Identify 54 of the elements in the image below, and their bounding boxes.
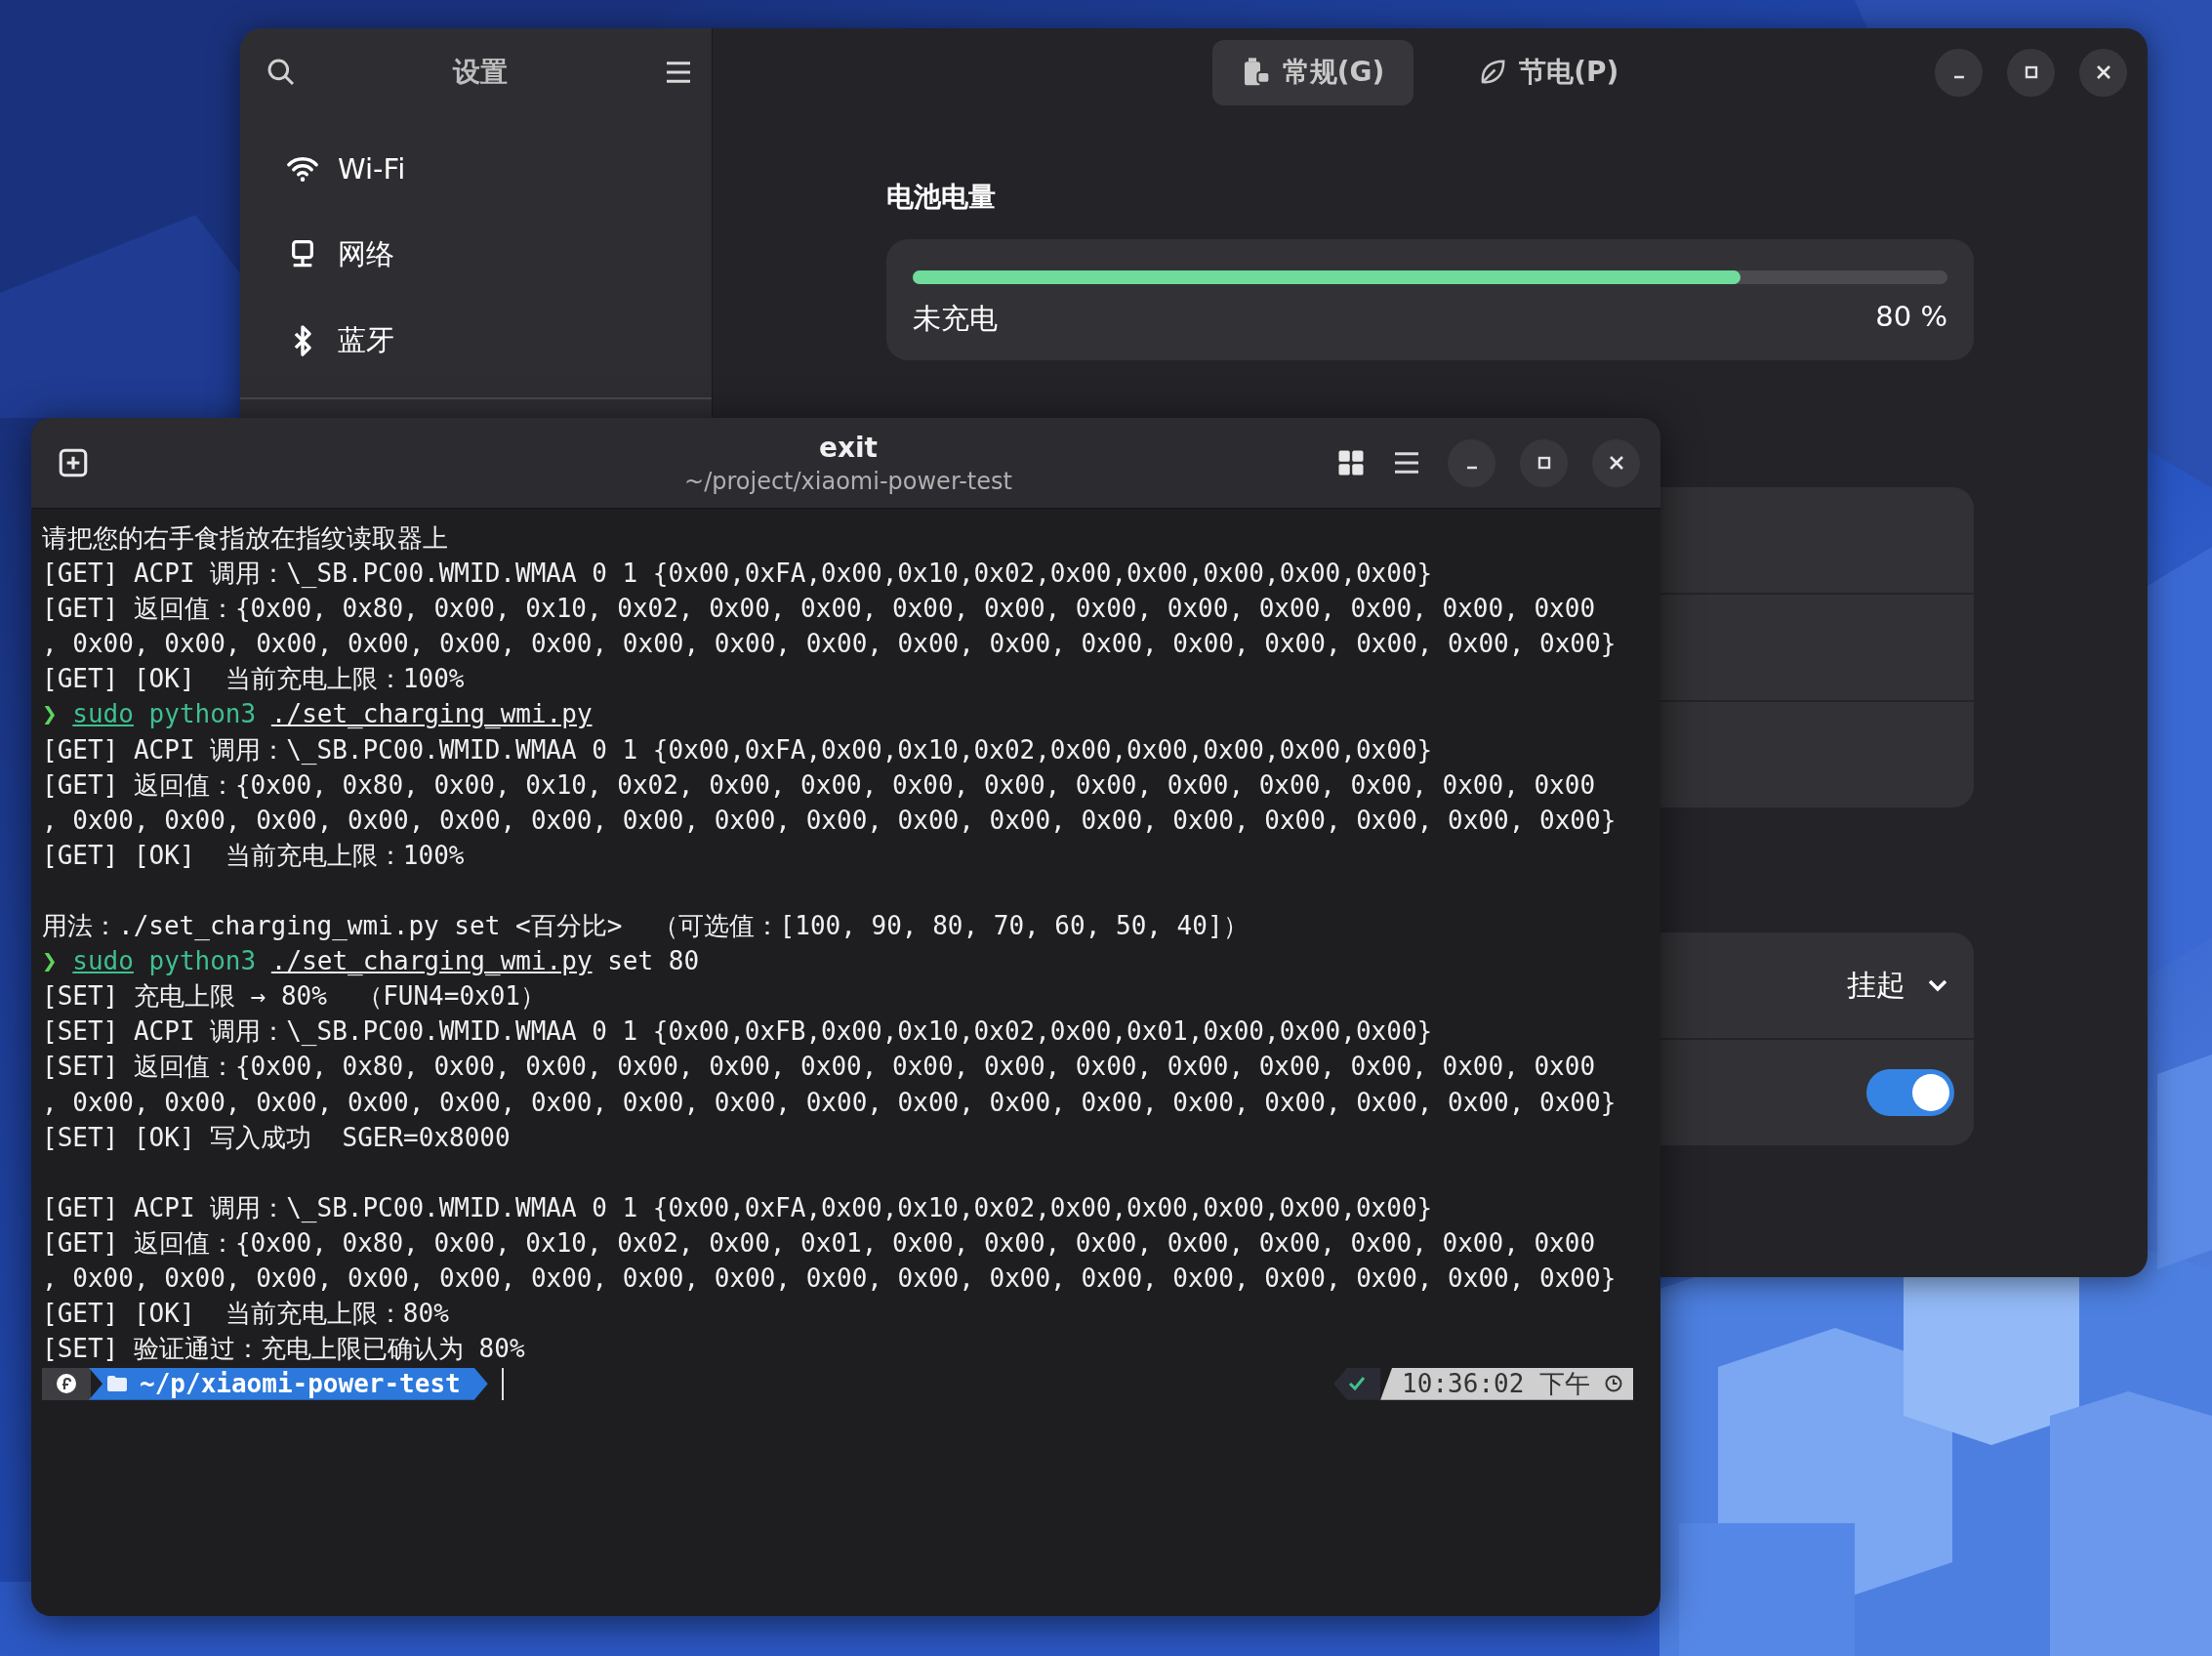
search-icon[interactable] <box>266 57 297 88</box>
command-line: ❯ sudo python3 ./set_charging_wmi.py <box>42 698 594 731</box>
terminal-output-line: [GET] ACPI 调用：\_SB.PC00.WMID.WMAA 0 1 {0x00,0xFA,0x00,0x10,0x02,0x00,0x00,0x00,0x00,0x00} <box>42 733 1434 766</box>
close-icon <box>1607 454 1625 472</box>
new-tab-icon[interactable] <box>57 446 90 479</box>
window-title: exit <box>817 431 879 464</box>
terminal-output-line: 用法：./set_charging_wmi.py set <百分比> （可选值：[100, 90, 80, 70, 60, 50, 40]） <box>42 910 1249 943</box>
terminal-output-line: [GET] ACPI 调用：\_SB.PC00.WMID.WMAA 0 1 {0x00,0xFA,0x00,0x10,0x02,0x00,0x00,0x00,0x00,0x00} <box>42 1191 1434 1224</box>
terminal-output-line: [GET] 返回值：{0x00, 0x80, 0x00, 0x10, 0x02, 0x00, 0x00, 0x00, 0x00, 0x00, 0x00, 0x00, 0x00, 0x00, 0x00 <box>42 593 1597 626</box>
clock-icon <box>1604 1374 1623 1394</box>
wifi-icon <box>286 154 319 184</box>
terminal-output-line: [SET] 验证通过：充电上限已确认为 80% <box>42 1333 526 1366</box>
grid-icon[interactable] <box>1336 448 1366 477</box>
sidebar-item[interactable]: Wi-Fi <box>248 126 704 212</box>
terminal-output-line: [SET] 返回值：{0x00, 0x80, 0x00, 0x00, 0x00, 0x00, 0x00, 0x00, 0x00, 0x00, 0x00, 0x00, 0x00, 0x00, 0x00 <box>42 1051 1597 1084</box>
terminal-output-line: , 0x00, 0x00, 0x00, 0x00, 0x00, 0x00, 0x00, 0x00, 0x00, 0x00, 0x00, 0x00, 0x00, 0x00, 0x00, 0x00, 0x00} <box>42 804 1618 837</box>
maximize-button[interactable] <box>2007 48 2055 97</box>
terminal-output-line: [SET] [OK] 写入成功 SGER=0x8000 <box>42 1121 512 1154</box>
terminal-output-line: [GET] [OK] 当前充电上限：80% <box>42 1298 450 1331</box>
chevron-down-icon <box>1927 978 1948 992</box>
window-subtitle: ~/project/xiaomi-power-test <box>684 467 1012 495</box>
battery-percent: 80 % <box>1875 300 1947 335</box>
minimize-icon <box>1465 466 1478 470</box>
terminal-output-line: , 0x00, 0x00, 0x00, 0x00, 0x00, 0x00, 0x00, 0x00, 0x00, 0x00, 0x00, 0x00, 0x00, 0x00, 0x00, 0x00, 0x00} <box>42 1086 1618 1119</box>
close-button[interactable] <box>1592 438 1640 487</box>
sidebar-title: 设置 <box>451 55 509 90</box>
tab[interactable]: 节电(P) <box>1449 39 1649 105</box>
text-cursor <box>501 1367 504 1400</box>
sidebar-item[interactable]: 网络 <box>248 212 704 298</box>
terminal-output-line: [SET] 充电上限 → 80% （FUN4=0x01） <box>42 980 548 1014</box>
terminal-output-line: , 0x00, 0x00, 0x00, 0x00, 0x00, 0x00, 0x00, 0x00, 0x00, 0x00, 0x00, 0x00, 0x00, 0x00, 0x00, 0x00, 0x00} <box>42 628 1618 661</box>
terminal-output-line: [SET] ACPI 调用：\_SB.PC00.WMID.WMAA 0 1 {0x00,0xFB,0x00,0x10,0x02,0x00,0x01,0x00,0x00,0x00} <box>42 1015 1434 1049</box>
command-line: ❯ sudo python3 ./set_charging_wmi.py set 80 <box>42 945 701 978</box>
minimize-icon <box>1952 75 1965 79</box>
prompt-path: ~/p/xiaomi-power-test <box>140 1368 461 1401</box>
os-logo-icon <box>56 1373 77 1395</box>
section-heading: 电池电量 <box>886 180 997 215</box>
terminal-output-line: [GET] [OK] 当前充电上限：100% <box>42 663 466 696</box>
prompt-time: 10:36:02 下午 <box>1402 1368 1590 1401</box>
folder-icon <box>106 1375 128 1393</box>
sidebar-item[interactable]: 蓝牙 <box>248 298 704 384</box>
suspend-dropdown[interactable]: 挂起 <box>1841 964 1954 1007</box>
terminal-output-line: , 0x00, 0x00, 0x00, 0x00, 0x00, 0x00, 0x00, 0x00, 0x00, 0x00, 0x00, 0x00, 0x00, 0x00, 0x00, 0x00, 0x00} <box>42 1262 1618 1295</box>
terminal-output-line: [GET] [OK] 当前充电上限：100% <box>42 839 466 872</box>
terminal-output-line: [GET] 返回值：{0x00, 0x80, 0x00, 0x10, 0x02, 0x00, 0x00, 0x00, 0x00, 0x00, 0x00, 0x00, 0x00, 0x00, 0x00 <box>42 768 1597 802</box>
terminal-output-line: [GET] ACPI 调用：\_SB.PC00.WMID.WMAA 0 1 {0x00,0xFA,0x00,0x10,0x02,0x00,0x00,0x00,0x00,0x00} <box>42 558 1434 591</box>
toggle-switch[interactable] <box>1866 1069 1954 1116</box>
terminal-output-line: [GET] 返回值：{0x00, 0x80, 0x00, 0x10, 0x02, 0x00, 0x01, 0x00, 0x00, 0x00, 0x00, 0x00, 0x00, 0x00, 0x00 <box>42 1226 1597 1260</box>
tab[interactable]: 常规(G) <box>1211 39 1414 105</box>
close-icon <box>2094 63 2112 81</box>
maximize-button[interactable] <box>1520 438 1568 487</box>
battery-status: 未充电 <box>913 301 998 337</box>
terminal-output-line: 请把您的右手食指放在指纹读取器上 <box>42 522 449 555</box>
close-button[interactable] <box>2079 48 2127 97</box>
